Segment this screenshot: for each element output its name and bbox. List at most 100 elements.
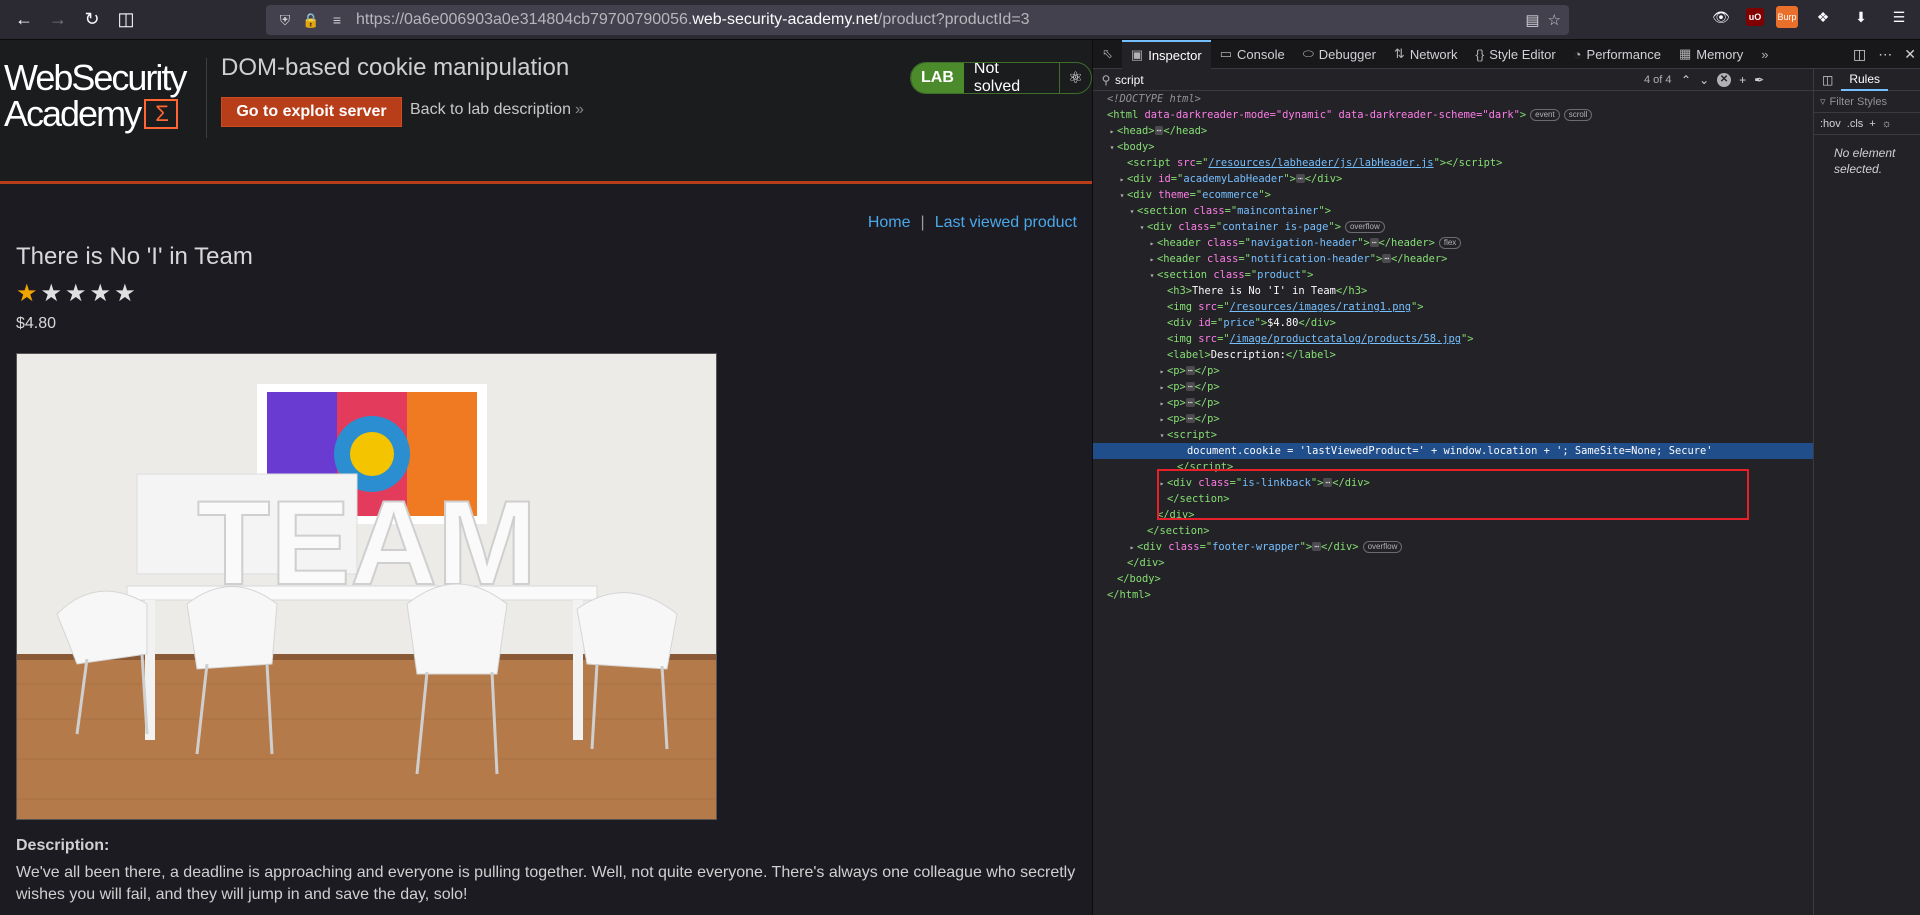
devtools-options-icon[interactable]: ⋯ [1878, 46, 1892, 63]
tab-rules[interactable]: Rules [1841, 69, 1889, 91]
dock-icon[interactable]: ◫ [1853, 46, 1866, 63]
markup-line[interactable]: ▸ <div class="footer-wrapper"> ⋯ </div> over… [1093, 539, 1813, 555]
star-icon: ★ [89, 280, 112, 307]
search-next-icon[interactable]: ⌄ [1699, 73, 1709, 87]
search-clear-icon[interactable]: ✕ [1717, 72, 1732, 87]
cls-toggle[interactable]: .cls [1847, 118, 1864, 130]
selected-script-line[interactable]: document.cookie = 'lastViewedProduct=' +… [1093, 443, 1813, 459]
markup-line[interactable]: ▾ <section class="product"> [1093, 267, 1813, 283]
lock-icon[interactable]: 🔒 [298, 7, 324, 33]
tab-label: Memory [1696, 46, 1744, 62]
back-to-description-link[interactable]: Back to lab description» [410, 101, 584, 119]
search-icon: ⚲ [1101, 72, 1111, 87]
lab-header: WebSecurity Academy Ʃ DOM-based cookie ma… [0, 40, 1092, 184]
markup-line[interactable]: <div id="price">$4.80</div> [1093, 315, 1813, 331]
reader-mode-icon[interactable]: ▤ [1525, 11, 1539, 29]
tab-console[interactable]: ▭ Console [1211, 40, 1294, 69]
filter-icon: ▿ [1820, 96, 1826, 108]
filter-styles[interactable]: ▿ Filter Styles [1814, 91, 1920, 113]
markup-line[interactable]: <!DOCTYPE html> [1093, 91, 1813, 107]
markup-line[interactable]: ▸ <p> ⋯ </p> [1093, 363, 1813, 379]
markup-line[interactable]: </div> [1093, 555, 1813, 571]
markup-line[interactable]: ▸ <p> ⋯ </p> [1093, 411, 1813, 427]
add-rule-icon[interactable]: + [1869, 118, 1875, 130]
markup-line[interactable]: </html> [1093, 587, 1813, 603]
tab-network[interactable]: ⇅ Network [1385, 40, 1467, 69]
hov-toggle[interactable]: :hov [1820, 118, 1841, 130]
markup-line[interactable]: <img src="/resources/images/rating1.png"… [1093, 299, 1813, 315]
markup-line[interactable]: ▾ <script> [1093, 427, 1813, 443]
extensions-puzzle-icon[interactable]: ❖ [1810, 4, 1836, 30]
layout-toggle-icon[interactable]: ◫ [1814, 69, 1841, 91]
back-icon[interactable]: ← [8, 4, 40, 36]
light-theme-icon[interactable]: ☼ [1882, 118, 1892, 130]
lab-page: WebSecurity Academy Ʃ DOM-based cookie ma… [0, 40, 1092, 915]
markup-line[interactable]: </div> [1093, 507, 1813, 523]
network-icon: ⇅ [1393, 46, 1405, 61]
tab-label: Inspector [1148, 47, 1202, 63]
rules-pane: ◫ Rules ▿ Filter Styles :hov .cls + ☼ No … [1813, 69, 1920, 915]
markup-search-bar: ⚲ 4 of 4 ⌃ ⌄ ✕ + ✒ [1093, 69, 1813, 91]
style-editor-icon: {} [1475, 46, 1485, 62]
tab-inspector[interactable]: ▣ Inspector [1121, 39, 1211, 69]
nav-separator: | [920, 214, 925, 231]
markup-line[interactable]: ▾ <div theme="ecommerce"> [1093, 187, 1813, 203]
markup-line[interactable]: </section> [1093, 523, 1813, 539]
markup-line[interactable]: ▾ <body> [1093, 139, 1813, 155]
tab-style-editor[interactable]: {} Style Editor [1467, 40, 1565, 69]
markup-line[interactable]: ▸ <head> ⋯ </head> [1093, 123, 1813, 139]
search-prev-icon[interactable]: ⌃ [1681, 73, 1691, 87]
add-node-icon[interactable]: + [1739, 73, 1746, 87]
url-bar[interactable]: ⛨ 🔒 ≡ https://0a6e006903a0e314804cb79700… [266, 5, 1569, 35]
ublock-icon[interactable]: uO [1746, 8, 1764, 26]
search-result-count: 4 of 4 [1644, 73, 1672, 86]
markup-search-input[interactable] [1115, 72, 1635, 87]
shield-icon[interactable]: ⛨ [272, 7, 298, 33]
debugger-icon: ⬭ [1302, 46, 1314, 61]
markup-line[interactable]: <label>Description:</label> [1093, 347, 1813, 363]
star-icon: ★ [40, 280, 63, 307]
markup-line[interactable]: </section> [1093, 491, 1813, 507]
spy-extension-icon[interactable]: 👁 [1708, 4, 1734, 30]
bolt-icon: Ʃ [144, 99, 179, 129]
markup-line[interactable]: ▾ <section class="maincontainer"> [1093, 203, 1813, 219]
exploit-server-button[interactable]: Go to exploit server [221, 97, 402, 127]
devtools-tabbar: ⬁ ▣ Inspector ▭ Console ⬭ Debugger ⇅ Network {} S… [1093, 39, 1920, 69]
more-tools-icon[interactable]: » [1752, 40, 1777, 69]
markup-line[interactable]: ▸ <header class="notification-header"> ⋯ </… [1093, 251, 1813, 267]
markup-line[interactable]: ▸ <div class="is-linkback"> ⋯ </div> [1093, 475, 1813, 491]
markup-line[interactable]: <script src="/resources/labheader/js/lab… [1093, 155, 1813, 171]
markup-line[interactable]: ▸ <p> ⋯ </p> [1093, 379, 1813, 395]
tab-memory[interactable]: ▦ Memory [1670, 40, 1752, 69]
tab-performance[interactable]: ◔ Performance [1565, 40, 1670, 69]
markup-line[interactable]: </script> [1093, 459, 1813, 475]
forward-icon[interactable]: → [42, 4, 74, 36]
markup-line[interactable]: ▸ <header class="navigation-header"> ⋯ </he… [1093, 235, 1813, 251]
markup-line[interactable]: ▸ <p> ⋯ </p> [1093, 395, 1813, 411]
eyedropper-icon[interactable]: ✒ [1754, 73, 1764, 87]
home-link[interactable]: Home [868, 214, 911, 231]
bookmark-star-icon[interactable]: ☆ [1548, 11, 1561, 29]
markup-line[interactable]: </body> [1093, 571, 1813, 587]
tab-label: Network [1409, 46, 1458, 62]
lab-title: DOM-based cookie manipulation [221, 54, 570, 81]
academy-logo[interactable]: WebSecurity Academy Ʃ [4, 60, 204, 135]
markup-line[interactable]: <h3>There is No 'I' in Team</h3> [1093, 283, 1813, 299]
reload-icon[interactable]: ↻ [76, 4, 108, 36]
sidebar-icon[interactable]: ◫ [110, 4, 142, 36]
menu-hamburger-icon[interactable]: ☰ [1886, 4, 1912, 30]
burp-icon[interactable]: Burp [1776, 6, 1798, 28]
markup-line[interactable]: <html data-darkreader-mode="dynamic" dat… [1093, 107, 1813, 123]
permissions-icon[interactable]: ≡ [324, 7, 350, 33]
markup-line[interactable]: <img src="/image/productcatalog/products… [1093, 331, 1813, 347]
markup-tree: <!DOCTYPE html> <html data-darkreader-mo… [1093, 91, 1813, 915]
markup-line[interactable]: ▾ <div class="container is-page"> overflow [1093, 219, 1813, 235]
downloads-icon[interactable]: ⬇ [1848, 4, 1874, 30]
tab-label: Performance [1586, 46, 1661, 62]
markup-line[interactable]: ▸ <div id="academyLabHeader"> ⋯ </div> [1093, 171, 1813, 187]
url-text[interactable]: https://0a6e006903a0e314804cb79700790056… [356, 11, 1030, 29]
close-devtools-icon[interactable]: ✕ [1904, 46, 1916, 63]
tab-debugger[interactable]: ⬭ Debugger [1294, 40, 1385, 69]
element-picker-icon[interactable]: ⬁ [1093, 40, 1122, 69]
last-viewed-product-link[interactable]: Last viewed product [935, 214, 1077, 231]
